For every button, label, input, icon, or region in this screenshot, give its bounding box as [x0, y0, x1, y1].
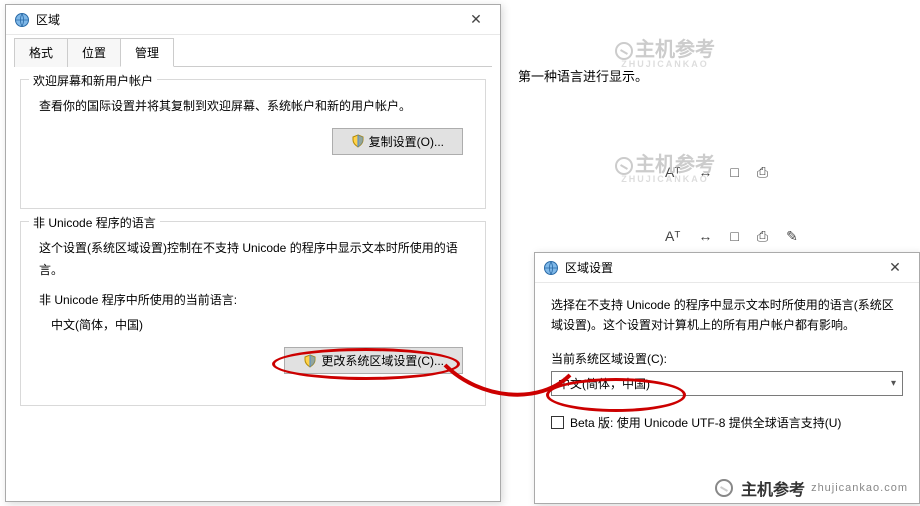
shield-icon [303, 354, 317, 368]
tab-format[interactable]: 格式 [14, 38, 68, 67]
box-icon: □ [730, 164, 738, 181]
combo-value: 中文(简体，中国) [558, 375, 650, 392]
background-text: 第一种语言进行显示。 [518, 66, 648, 85]
tab-strip: 格式 位置 管理 [14, 37, 492, 67]
non-unicode-group: 非 Unicode 程序的语言 这个设置(系统区域设置)控制在不支持 Unico… [20, 221, 486, 406]
tab-admin[interactable]: 管理 [120, 38, 174, 67]
button-label: 更改系统区域设置(C)... [321, 352, 444, 369]
titlebar: 区域 ✕ [6, 5, 500, 35]
background-toolbar-icons-2: Aᵀ ↔ □ ⎙ ✎ [665, 228, 798, 245]
close-button[interactable]: ✕ [458, 8, 494, 32]
current-language-label: 非 Unicode 程序中所使用的当前语言: [39, 291, 473, 308]
region-settings-dialog: 区域设置 ✕ 选择在不支持 Unicode 的程序中显示文本时所使用的语言(系统… [534, 252, 920, 504]
current-language-value: 中文(简体，中国) [51, 316, 473, 333]
shield-icon [351, 134, 365, 148]
welcome-screen-group: 欢迎屏幕和新用户帐户 查看你的国际设置并将其复制到欢迎屏幕、系统帐户和新的用户帐… [20, 79, 486, 209]
tab-location[interactable]: 位置 [67, 38, 121, 67]
change-system-locale-button[interactable]: 更改系统区域设置(C)... [284, 347, 463, 374]
group-description: 这个设置(系统区域设置)控制在不支持 Unicode 的程序中显示文本时所使用的… [39, 238, 473, 281]
titlebar: 区域设置 ✕ [535, 253, 919, 283]
globe-icon [14, 12, 30, 28]
combo-label: 当前系统区域设置(C): [551, 350, 903, 367]
edit-icon: ✎ [786, 228, 798, 245]
sync-icon: ↔ [698, 164, 712, 181]
watermark-footer: 主机参考 zhujicankao.com [709, 474, 914, 502]
background-toolbar-icons-1: Aᵀ ↔ □ ⎙ [665, 164, 768, 181]
box-icon: □ [730, 228, 738, 245]
font-icon: Aᵀ [665, 228, 680, 245]
print-icon: ⎙ [757, 164, 768, 181]
chevron-down-icon: ▾ [891, 378, 896, 389]
print-icon: ⎙ [757, 228, 768, 245]
font-icon: Aᵀ [665, 164, 680, 181]
copy-settings-button[interactable]: 复制设置(O)... [332, 128, 463, 155]
close-button[interactable]: ✕ [877, 256, 913, 280]
sync-icon: ↔ [698, 228, 712, 245]
group-legend: 欢迎屏幕和新用户帐户 [29, 72, 157, 89]
dialog-title: 区域设置 [565, 259, 877, 276]
utf8-beta-option[interactable]: Beta 版: 使用 Unicode UTF-8 提供全球语言支持(U) [551, 414, 903, 431]
dialog-description: 选择在不支持 Unicode 的程序中显示文本时所使用的语言(系统区域设置)。这… [551, 295, 903, 336]
dialog-title: 区域 [36, 11, 458, 28]
group-description: 查看你的国际设置并将其复制到欢迎屏幕、系统帐户和新的用户帐户。 [39, 96, 473, 118]
checkbox[interactable] [551, 416, 564, 429]
group-legend: 非 Unicode 程序的语言 [29, 214, 160, 231]
button-label: 复制设置(O)... [369, 133, 444, 150]
globe-icon [543, 260, 559, 276]
checkbox-label: Beta 版: 使用 Unicode UTF-8 提供全球语言支持(U) [570, 414, 841, 431]
system-locale-combo[interactable]: 中文(简体，中国) ▾ [551, 371, 903, 396]
region-dialog: 区域 ✕ 格式 位置 管理 欢迎屏幕和新用户帐户 查看你的国际设置并将其复制到欢… [5, 4, 501, 502]
watermark: 主机参考 ZHUJICANKAO [615, 33, 715, 69]
